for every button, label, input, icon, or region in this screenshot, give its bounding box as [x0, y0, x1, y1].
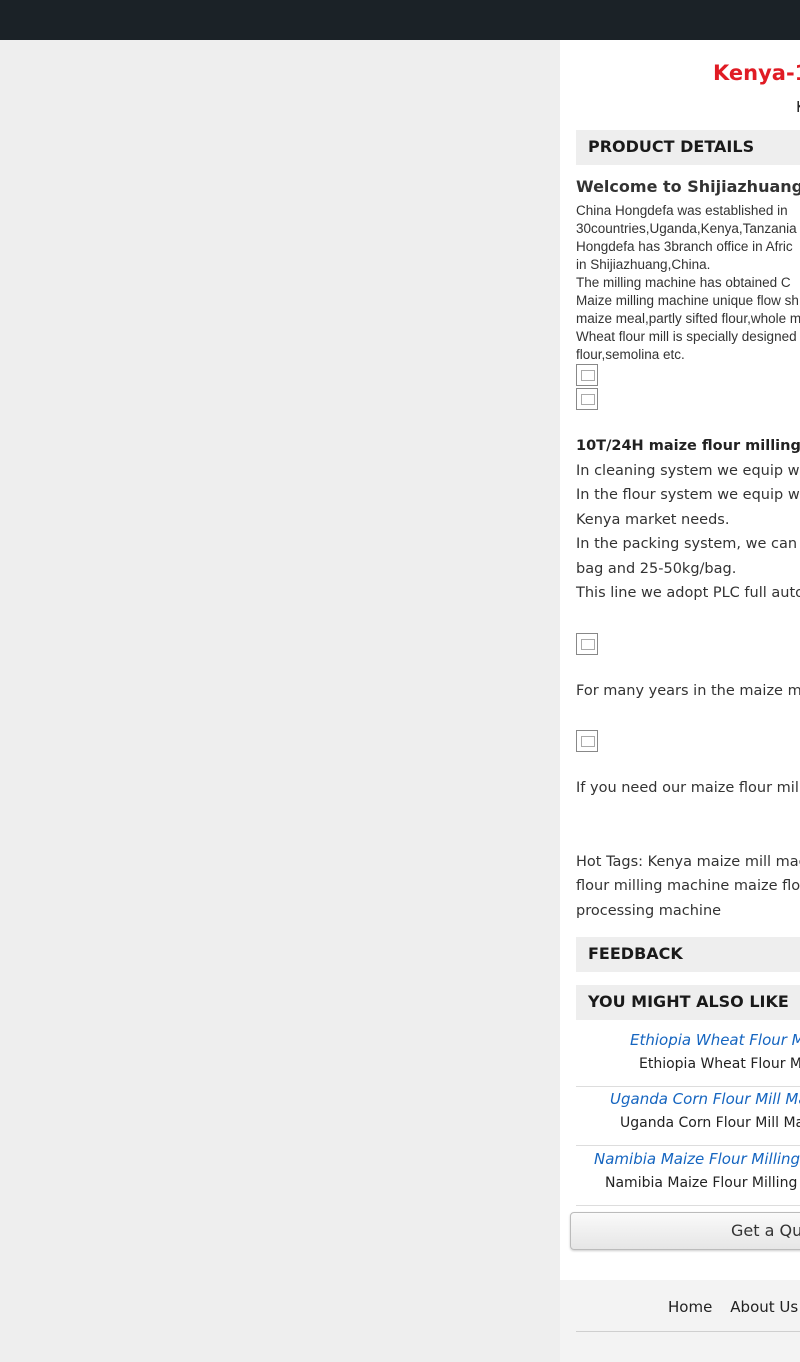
intro-line: The milling machine has obtained C — [576, 275, 791, 290]
intro-line: Wheat flour mill is specially designed — [576, 329, 797, 344]
hot-tags-line[interactable]: Hot Tags: Kenya maize mill machi — [576, 854, 800, 870]
hot-tags-line[interactable]: flour milling machine maize flour — [576, 878, 800, 894]
get-a-quote-button[interactable]: Get a Quo — [570, 1212, 800, 1250]
divider — [576, 1086, 800, 1087]
body-line: In the flour system we equip with — [576, 487, 800, 503]
body-line: Kenya market needs. — [576, 512, 730, 528]
broken-image-icon — [576, 633, 598, 655]
divider — [576, 1205, 800, 1206]
broken-image-icon — [576, 364, 598, 386]
related-product-desc: Uganda Corn Flour Mill Mach — [620, 1115, 800, 1131]
section-title: PRODUCT DETAILS — [588, 137, 755, 156]
top-navigation-bar — [0, 0, 800, 40]
broken-image-icon — [576, 730, 598, 752]
product-panel: Kenya-10 K PRODUCT DETAILS Welcome to Sh… — [560, 40, 800, 1362]
divider — [576, 1145, 800, 1146]
hot-tags-line[interactable]: processing machine — [576, 903, 721, 919]
intro-line: Hongdefa has 3branch office in Afric — [576, 239, 793, 254]
broken-image-icon — [576, 388, 598, 410]
body-line: In cleaning system we equip with — [576, 463, 800, 479]
related-product-link[interactable]: Uganda Corn Flour Mill Mac — [610, 1090, 800, 1108]
intro-line: flour,semolina etc. — [576, 347, 685, 362]
contact-text: If you need our maize flour milling — [576, 780, 800, 796]
footer-divider — [576, 1331, 800, 1332]
related-product-link[interactable]: Ethiopia Wheat Flour Mill — [630, 1031, 800, 1049]
body-line: bag and 25-50kg/bag. — [576, 561, 737, 577]
experience-text: For many years in the maize millin — [576, 683, 800, 699]
footer-link-home[interactable]: Home — [668, 1298, 712, 1316]
body-line: This line we adopt PLC full autom — [576, 585, 800, 601]
quote-button-label: Get a Quo — [731, 1221, 800, 1240]
related-product-link[interactable]: Namibia Maize Flour Milling M — [594, 1150, 800, 1168]
page-subtitle: K — [796, 98, 800, 116]
intro-line: China Hongdefa was established in — [576, 203, 788, 218]
line-heading: 10T/24H maize flour milling ma — [576, 438, 800, 454]
section-title: FEEDBACK — [588, 944, 683, 963]
section-title: YOU MIGHT ALSO LIKE — [588, 992, 789, 1011]
footer-nav: Home About Us — [668, 1298, 800, 1316]
page-title: Kenya-10 — [713, 61, 800, 85]
intro-line: Maize milling machine unique flow sh — [576, 293, 799, 308]
section-header-related: YOU MIGHT ALSO LIKE — [576, 985, 800, 1020]
section-header-feedback[interactable]: FEEDBACK — [576, 937, 800, 972]
footer-link-about-us[interactable]: About Us — [730, 1298, 798, 1316]
section-header-product-details: PRODUCT DETAILS — [576, 130, 800, 165]
related-product-desc: Namibia Maize Flour Milling Ma — [605, 1175, 800, 1191]
intro-line: 30countries,Uganda,Kenya,Tanzania — [576, 221, 797, 236]
related-product-desc: Ethiopia Wheat Flour Mill — [639, 1056, 800, 1072]
welcome-heading: Welcome to Shijiazhuang Ho — [576, 177, 800, 196]
body-line: In the packing system, we can sup — [576, 536, 800, 552]
footer: Home About Us — [560, 1280, 800, 1362]
intro-line: in Shijiazhuang,China. — [576, 257, 711, 272]
intro-line: maize meal,partly sifted flour,whole m — [576, 311, 800, 326]
